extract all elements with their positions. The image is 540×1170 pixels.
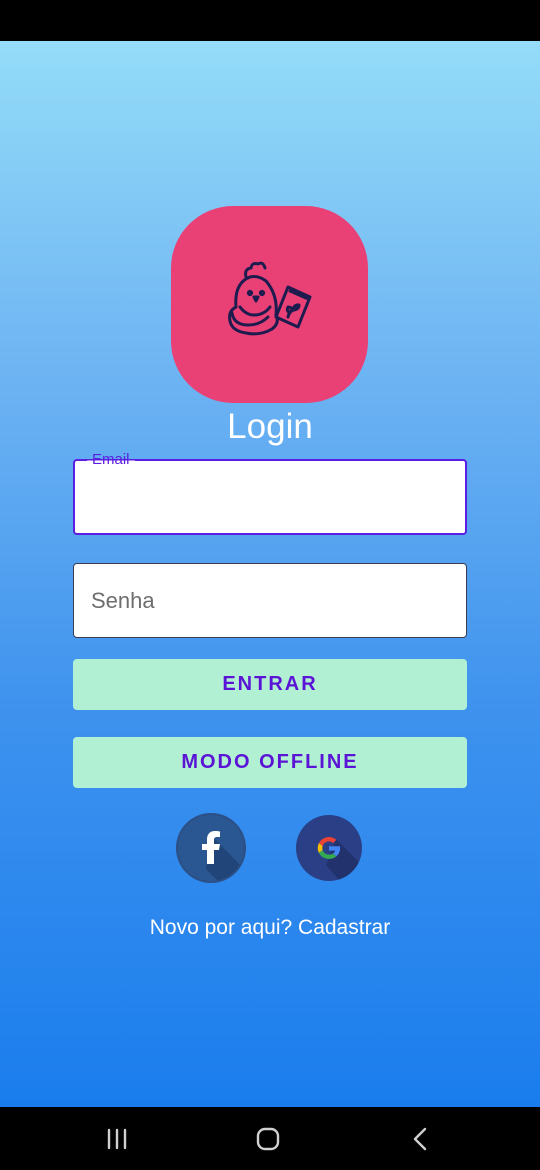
offline-mode-button[interactable]: MODO OFFLINE [73, 737, 467, 788]
recent-apps-button[interactable] [102, 1123, 134, 1155]
chick-seed-packet-icon [227, 261, 311, 335]
home-button[interactable] [252, 1123, 284, 1155]
facebook-icon [202, 831, 244, 881]
email-label: Email [87, 451, 135, 469]
system-navigation-bar [0, 1107, 540, 1170]
google-icon [317, 836, 362, 881]
status-bar [0, 0, 540, 41]
google-login-button[interactable] [296, 815, 362, 881]
password-input[interactable] [74, 564, 466, 637]
back-icon [413, 1127, 427, 1151]
enter-button[interactable]: ENTRAR [73, 659, 467, 710]
signup-link[interactable]: Novo por aqui? Cadastrar [0, 916, 540, 940]
facebook-login-button[interactable] [178, 815, 244, 881]
email-field[interactable]: Email [73, 451, 467, 535]
login-screen: Login Email ENTRAR MODO OFFLINE Novo por… [0, 41, 540, 1107]
back-button[interactable] [404, 1123, 436, 1155]
app-logo [171, 206, 368, 403]
password-field[interactable] [73, 563, 467, 638]
home-icon [256, 1127, 280, 1151]
email-input[interactable] [75, 461, 465, 533]
page-title: Login [227, 407, 313, 446]
recent-apps-icon [107, 1128, 127, 1150]
